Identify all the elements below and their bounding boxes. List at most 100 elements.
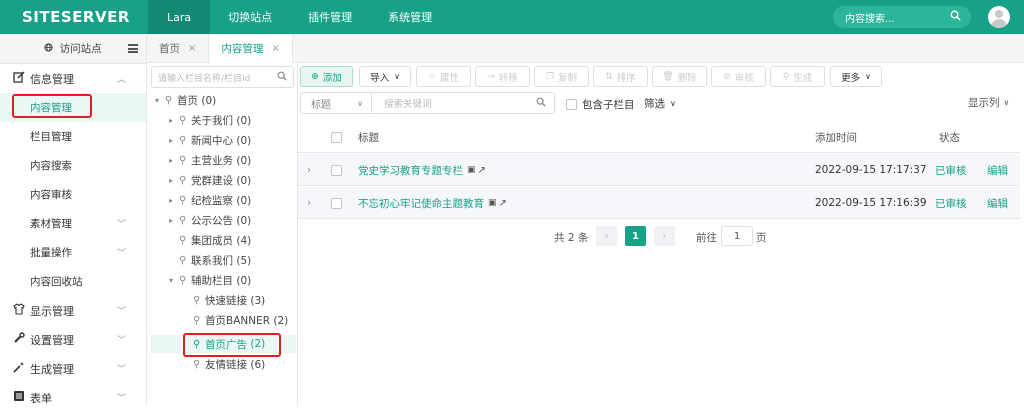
expand-icon[interactable]: › [307,154,311,186]
topnav-system[interactable]: 系统管理 [370,0,450,34]
tree-node[interactable]: ▸ ⚲ 党群建设 (0) [169,173,251,188]
external-link-icon[interactable]: ↗ [499,198,507,209]
search-icon[interactable] [950,10,961,24]
delete-button[interactable]: 🗑 删除 [652,66,707,87]
topnav-plugins[interactable]: 插件管理 [290,0,370,34]
tree-node[interactable]: ⚲ 友情链接 (6) [193,357,265,372]
prev-page-button[interactable]: ‹ [596,226,617,246]
tree-node[interactable]: ▸ ⚲ 新闻中心 (0) [169,133,251,148]
include-children-checkbox[interactable]: 包含子栏目 [566,97,635,112]
generate-button-label: 生成 [793,72,813,84]
move-button-label: 转移 [498,72,518,84]
tree-node-label: 首页 [177,95,198,107]
sidebar-item-recycle[interactable]: 内容回收站 [0,267,146,296]
table-row[interactable]: › 党史学习教育专题专栏 ▣ ↗ 2022-09-15 17:17:37 已审核 编… [298,154,1020,186]
close-icon[interactable]: × [271,43,279,54]
column-status[interactable]: 状态 [939,121,960,153]
next-page-button[interactable]: › [654,226,675,246]
caret-right-icon[interactable]: ▸ [169,176,179,185]
link-icon: ⚲ [179,155,187,166]
tree-node[interactable]: ▸ ⚲ 纪检监察 (0) [169,193,251,208]
tab-home[interactable]: 首页 × [147,34,210,63]
caret-right-icon[interactable]: ▸ [169,216,179,225]
filter-dropdown[interactable]: 筛选 ∨ [644,96,676,111]
tree-node-label: 辅助栏目 [191,275,233,287]
add-button[interactable]: ⊕ 添加 [300,66,353,87]
sidebar-item-material[interactable]: 素材管理 ﹀ [0,209,146,238]
copy-button[interactable]: ❐ 复制 [534,66,589,87]
checkbox[interactable] [566,99,577,110]
tree-node[interactable]: ▸ ⚲ 关于我们 (0) [169,113,251,128]
checkbox[interactable] [331,197,342,209]
column-title[interactable]: 标题 [358,121,379,153]
display-columns-dropdown[interactable]: 显示列 ∨ [968,95,1009,110]
more-button-label: 更多 [841,72,861,84]
caret-right-icon[interactable]: ▸ [169,156,179,165]
keyword-input[interactable]: 搜索关键词 [372,92,555,114]
tree-node[interactable]: ▾ ⚲ 辅助栏目 (0) [169,273,251,288]
sidebar-item-channel-manage[interactable]: 栏目管理 [0,122,146,151]
import-button[interactable]: 导入 ∨ [359,66,411,87]
link-icon: ⚲ [179,215,187,226]
content-title-link[interactable]: 党史学习教育专题专栏 ▣ ↗ [358,154,486,186]
tree-node[interactable]: ⚲ 联系我们 (5) [179,253,251,268]
sidebar-item-content-review[interactable]: 内容审核 [0,180,146,209]
search-icon[interactable] [277,71,287,84]
logo[interactable]: SITESERVER [0,0,148,34]
row-checkbox[interactable] [331,187,342,219]
tree-node[interactable]: ▸ ⚲ 主营业务 (0) [169,153,251,168]
row-checkbox[interactable] [331,154,342,186]
search-icon[interactable] [536,97,546,110]
review-button-label: 审核 [734,72,754,84]
caret-down-icon[interactable]: ▾ [155,96,165,105]
tree-node[interactable]: ▾ ⚲ 首页 (0) [155,93,216,108]
page-button-current[interactable]: 1 [625,226,646,246]
magic-wand-icon [12,361,26,376]
tree-node[interactable]: ⚲ 快速链接 (3) [193,293,265,308]
edit-link[interactable]: 编辑 [987,187,1008,219]
table-row[interactable]: › 不忘初心牢记使命主题教育 ▣ ↗ 2022-09-15 17:16:39 已审核… [298,187,1020,219]
expand-icon[interactable]: › [307,187,311,219]
generate-button[interactable]: ⚲ 生成 [770,66,825,87]
tree-node[interactable]: ⚲ 集团成员 (4) [179,233,251,248]
globe-icon [44,43,56,55]
topnav-site-lara[interactable]: Lara [148,0,211,34]
review-button[interactable]: ⊘ 审核 [711,66,766,87]
sidebar-group-settings[interactable]: 设置管理 ﹀ [0,325,146,354]
checkbox[interactable] [331,164,342,176]
select-all-checkbox[interactable] [331,121,342,153]
visit-site-link[interactable]: 访问站点 [44,41,102,56]
content-search-input[interactable]: 内容搜索... [833,6,971,28]
tree-node[interactable]: ⚲ 首页BANNER (2) [193,313,288,328]
avatar[interactable] [988,6,1010,28]
caret-right-icon[interactable]: ▸ [169,136,179,145]
copy-icon: ❐ [545,71,555,82]
close-icon[interactable]: × [188,43,196,54]
sidebar-group-info[interactable]: 信息管理 ︿ [0,64,146,93]
tree-search-input[interactable]: 请输入栏目名称/栏目Id [151,66,294,88]
caret-down-icon[interactable]: ▾ [169,276,179,285]
caret-right-icon[interactable]: ▸ [169,116,179,125]
tab-content-manage[interactable]: 内容管理 × [209,34,293,63]
content-title-link[interactable]: 不忘初心牢记使命主题教育 ▣ ↗ [358,187,507,219]
more-button[interactable]: 更多 ∨ [830,66,882,87]
goto-page-input[interactable]: 1 [721,226,753,246]
attributes-button[interactable]: ☆ 属性 [416,66,471,87]
sidebar-group-generate[interactable]: 生成管理 ﹀ [0,354,146,383]
tree-node-count: (0) [236,194,252,207]
tree-node[interactable]: ▸ ⚲ 公示公告 (0) [169,213,251,228]
edit-link[interactable]: 编辑 [987,154,1008,186]
topnav-switch-site[interactable]: 切换站点 [210,0,290,34]
field-select[interactable]: 标题 ∨ [300,92,372,114]
checkbox[interactable] [331,131,342,143]
caret-right-icon[interactable]: ▸ [169,196,179,205]
sort-button[interactable]: ⇅ 排序 [593,66,648,87]
sidebar-group-display[interactable]: 显示管理 ﹀ [0,296,146,325]
move-button[interactable]: → 转移 [475,66,530,87]
menu-toggle-icon[interactable] [128,44,138,53]
column-added-time[interactable]: 添加时间 [815,121,857,153]
sidebar-item-batch[interactable]: 批量操作 ﹀ [0,238,146,267]
sidebar-item-content-search[interactable]: 内容搜索 [0,151,146,180]
sidebar-group-forms[interactable]: 表单 ﹀ [0,383,146,412]
external-link-icon[interactable]: ↗ [478,165,486,176]
